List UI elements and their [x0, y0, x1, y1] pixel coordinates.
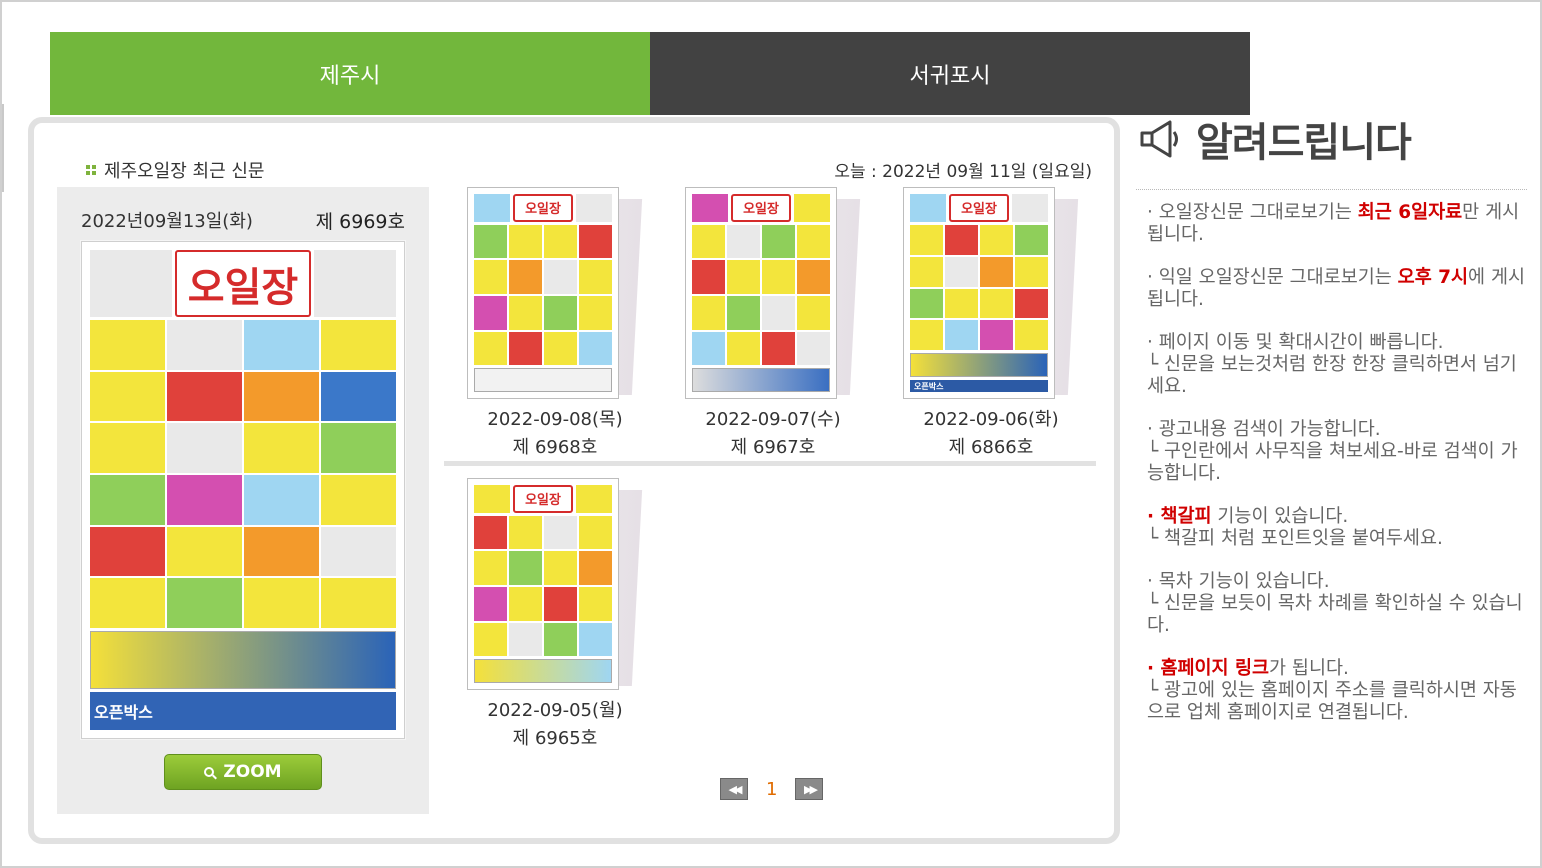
- newspaper-footer: 오픈박스: [90, 691, 396, 730]
- featured-issue-number: 제 6969호: [315, 211, 405, 233]
- featured-date: 2022년09월13일(화): [81, 211, 253, 232]
- tab-jeju[interactable]: 제주시: [50, 32, 650, 115]
- zoom-label: ZOOM: [223, 762, 282, 782]
- today-date: 오늘 : 2022년 09월 11일 (일요일): [834, 162, 1092, 182]
- issue-date: 2022-09-08(목): [487, 409, 623, 430]
- issue-number: 제 6866호: [948, 437, 1034, 458]
- issue-thumbnail[interactable]: 오일장: [467, 187, 619, 399]
- notice-item: · 광고내용 검색이 가능합니다. └ 구인란에서 사무직을 쳐보세요-바로 검…: [1147, 419, 1518, 484]
- zoom-button[interactable]: ZOOM: [164, 754, 322, 790]
- featured-issue: 2022년09월13일(화) 제 6969호 오일장 오픈박스 ZOOM: [57, 187, 429, 814]
- issue-card[interactable]: 오일장 오픈박스 2022-09-06(화) 제 6866호: [886, 187, 1096, 459]
- issue-number: 제 6967호: [730, 437, 816, 458]
- panel-title-text: 제주오일장 최근 신문: [104, 161, 265, 182]
- row-divider: [444, 461, 1096, 466]
- issue-card[interactable]: 오일장 2022-09-08(목) 제 6968호: [450, 187, 660, 459]
- newspaper-panel: 제주오일장 최근 신문 오늘 : 2022년 09월 11일 (일요일) 202…: [28, 117, 1120, 844]
- issue-number: 제 6965호: [512, 728, 598, 749]
- notice-item: · 책갈피 기능이 있습니다. └ 책갈피 처럼 포인트잇을 붙여두세요.: [1147, 506, 1443, 549]
- search-icon: [204, 767, 215, 777]
- notice-item: · 목차 기능이 있습니다. └ 신문을 보듯이 목차 차례를 확인하실 수 있…: [1147, 571, 1523, 636]
- bullet-squares-icon: [86, 165, 96, 175]
- left-edge-marker: [2, 104, 4, 192]
- next-page-button[interactable]: ▶▶: [795, 778, 824, 800]
- notice-divider: [1136, 189, 1527, 190]
- region-tabs: 제주시 서귀포시: [50, 32, 1250, 115]
- page-number-1[interactable]: 1: [766, 779, 777, 800]
- notice-item: · 오일장신문 그대로보기는 최근 6일자료만 게시됩니다.: [1147, 202, 1520, 245]
- featured-newspaper-image[interactable]: 오일장 오픈박스: [81, 241, 405, 739]
- issue-date: 2022-09-05(월): [487, 700, 623, 721]
- prev-page-button[interactable]: ◀◀: [720, 778, 748, 800]
- notice-header: 알려드립니다: [1138, 110, 1412, 168]
- issue-number: 제 6968호: [512, 437, 598, 458]
- notice-item: · 페이지 이동 및 확대시간이 빠릅니다. └ 신문을 보는것처럼 한장 한장…: [1147, 332, 1517, 397]
- notice-item: · 홈페이지 링크가 됩니다. └ 광고에 있는 홈페이지 주소를 클릭하시면 …: [1147, 658, 1517, 723]
- issue-thumbnail[interactable]: 오일장 오픈박스: [903, 187, 1055, 399]
- issue-date: 2022-09-07(수): [705, 409, 841, 430]
- issue-card[interactable]: 오일장 2022-09-05(월) 제 6965호: [450, 478, 660, 750]
- issue-thumbnail[interactable]: 오일장: [685, 187, 837, 399]
- issue-card[interactable]: 오일장 2022-09-07(수) 제 6967호: [668, 187, 878, 459]
- issue-thumbnail[interactable]: 오일장: [467, 478, 619, 690]
- notice-body: · 오일장신문 그대로보기는 최근 6일자료만 게시됩니다. · 익일 오일장신…: [1147, 202, 1532, 745]
- issue-date: 2022-09-06(화): [923, 409, 1059, 430]
- newspaper-logo: 오일장: [175, 250, 311, 318]
- megaphone-icon: [1140, 120, 1178, 158]
- pagination: ◀◀ 1 ▶▶: [720, 778, 824, 800]
- notice-title: 알려드립니다: [1196, 120, 1412, 166]
- panel-title: 제주오일장 최근 신문: [86, 157, 264, 183]
- tab-seogwipo[interactable]: 서귀포시: [650, 32, 1250, 115]
- notice-item: · 익일 오일장신문 그대로보기는 오후 7시에 게시됩니다.: [1147, 267, 1525, 310]
